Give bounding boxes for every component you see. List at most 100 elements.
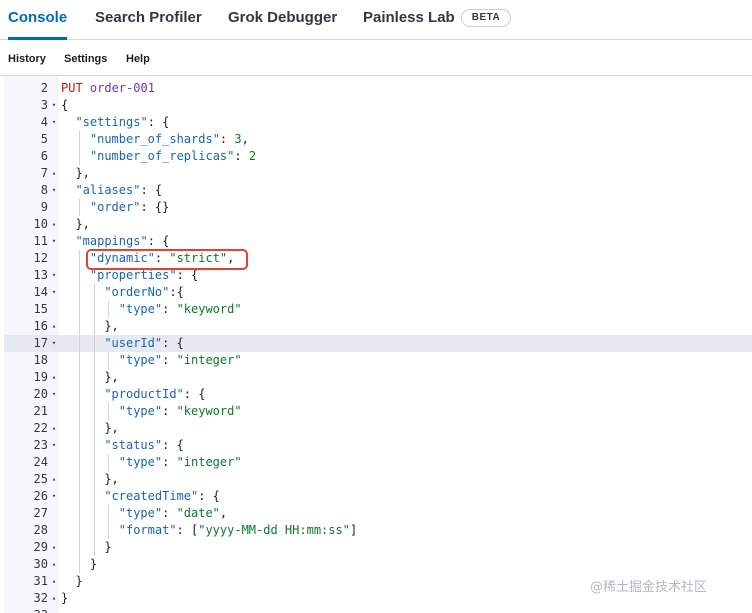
editor-line[interactable]: 6 "number_of_replicas": 2	[4, 148, 752, 165]
editor-line[interactable]: 25 ▴},	[4, 471, 752, 488]
editor-line[interactable]: 16 ▴},	[4, 318, 752, 335]
fold-open-icon[interactable]: ▾	[50, 233, 58, 250]
code-text: "number_of_shards": 3,	[89, 132, 249, 146]
beta-badge: BETA	[460, 9, 512, 27]
editor-line[interactable]: 23 ▾ "status": {	[4, 437, 752, 454]
line-number: 24	[33, 455, 48, 469]
line-number: 12	[33, 251, 48, 265]
tab-console[interactable]: Console	[8, 0, 68, 40]
fold-open-icon[interactable]: ▾	[50, 182, 58, 199]
editor-line[interactable]: 4 ▾ "settings": {	[4, 114, 752, 131]
editor-line[interactable]: 8 ▾ "aliases": {	[4, 182, 752, 199]
editor-line[interactable]: 17 ▾ "userId": {	[4, 335, 752, 352]
code-text: "number_of_replicas": 2	[89, 149, 257, 163]
code-text: "type": "date",	[118, 506, 228, 520]
line-number: 23	[33, 438, 48, 452]
indent-guide	[93, 437, 95, 454]
line-number: 21	[33, 404, 48, 418]
indent-guide	[93, 284, 95, 301]
line-number: 25	[33, 472, 48, 486]
code-text: "order": {}	[89, 200, 170, 214]
fold-open-icon[interactable]: ▾	[50, 97, 58, 114]
editor-line[interactable]: 29 ▴}	[4, 539, 752, 556]
code-text: "aliases": {	[75, 183, 163, 197]
fold-open-icon[interactable]: ▾	[50, 284, 58, 301]
indent-guide	[93, 403, 95, 420]
editor-line[interactable]: 30 ▴}	[4, 556, 752, 573]
indent-guide	[79, 369, 81, 386]
fold-close-icon[interactable]: ▴	[50, 216, 58, 233]
fold-close-icon[interactable]: ▴	[50, 318, 58, 335]
fold-close-icon[interactable]: ▴	[50, 165, 58, 182]
editor-line[interactable]: 11 ▾ "mappings": {	[4, 233, 752, 250]
indent-guide	[93, 301, 95, 318]
fold-close-icon[interactable]: ▴	[50, 420, 58, 437]
fold-open-icon[interactable]: ▾	[50, 335, 58, 352]
fold-close-icon[interactable]: ▴	[50, 573, 58, 590]
indent-guide	[79, 420, 81, 437]
indent-guide	[79, 148, 81, 165]
tab-grok-debugger[interactable]: Grok Debugger	[228, 0, 337, 40]
indent-guide	[108, 301, 110, 318]
editor-line[interactable]: 10 ▴},	[4, 216, 752, 233]
indent-guide	[79, 539, 81, 556]
fold-open-icon[interactable]: ▾	[50, 267, 58, 284]
help-link[interactable]: Help	[126, 53, 150, 65]
top-tabs: Console Search Profiler Grok Debugger Pa…	[0, 0, 752, 40]
editor-line[interactable]: 15 "type": "keyword"	[4, 301, 752, 318]
tab-painless-lab[interactable]: Painless Lab BETA	[363, 0, 512, 40]
indent-guide	[93, 471, 95, 488]
fold-close-icon[interactable]: ▴	[50, 471, 58, 488]
indent-guide	[93, 420, 95, 437]
request-editor[interactable]: 2 PUT order-001 3 ▾{4 ▾ "settings": {5 "number…	[4, 76, 752, 613]
fold-close-icon[interactable]: ▴	[50, 590, 58, 607]
line-number: 22	[33, 421, 48, 435]
code-text: }	[61, 591, 69, 605]
indent-guide	[79, 556, 81, 573]
indent-guide	[108, 352, 110, 369]
fold-open-icon[interactable]: ▾	[50, 437, 58, 454]
indent-guide	[108, 454, 110, 471]
editor-line[interactable]: 14 ▾ "orderNo":{	[4, 284, 752, 301]
editor-line[interactable]: 2 PUT order-001	[4, 80, 752, 97]
editor-line[interactable]: 22 ▴},	[4, 420, 752, 437]
editor-line[interactable]: 28 "format": ["yyyy-MM-dd HH:mm:ss"]	[4, 522, 752, 539]
history-link[interactable]: History	[8, 53, 46, 65]
editor-line[interactable]: 18 "type": "integer"	[4, 352, 752, 369]
line-number: 13	[33, 268, 48, 282]
line-number: 17	[33, 336, 48, 350]
code-text: },	[104, 421, 119, 435]
code-text: "productId": {	[104, 387, 206, 401]
editor-line[interactable]: 7 ▴},	[4, 165, 752, 182]
settings-link[interactable]: Settings	[64, 53, 107, 65]
editor-line[interactable]: 33	[4, 607, 752, 613]
editor-line[interactable]: 20 ▾ "productId": {	[4, 386, 752, 403]
indent-guide	[108, 505, 110, 522]
code-text: "orderNo":{	[104, 285, 184, 299]
line-number: 4	[40, 115, 48, 129]
indent-guide	[93, 522, 95, 539]
indent-guide	[79, 386, 81, 403]
editor-line[interactable]: 21 "type": "keyword"	[4, 403, 752, 420]
fold-open-icon[interactable]: ▾	[50, 386, 58, 403]
editor-line[interactable]: 27 "type": "date",	[4, 505, 752, 522]
editor-line[interactable]: 5 "number_of_shards": 3,	[4, 131, 752, 148]
line-number: 28	[33, 523, 48, 537]
fold-open-icon[interactable]: ▾	[50, 488, 58, 505]
fold-close-icon[interactable]: ▴	[50, 369, 58, 386]
code-text: "type": "keyword"	[118, 404, 242, 418]
code-text: "type": "integer"	[118, 455, 242, 469]
fold-close-icon[interactable]: ▴	[50, 556, 58, 573]
editor-line[interactable]: 9 "order": {}	[4, 199, 752, 216]
editor-line[interactable]: 3 ▾{	[4, 97, 752, 114]
fold-close-icon[interactable]: ▴	[50, 539, 58, 556]
code-text: "mappings": {	[75, 234, 170, 248]
editor-line[interactable]: 19 ▴},	[4, 369, 752, 386]
fold-open-icon[interactable]: ▾	[50, 114, 58, 131]
console-subnav: History Settings Help	[0, 40, 752, 76]
indent-guide	[79, 318, 81, 335]
editor-line[interactable]: 24 "type": "integer"	[4, 454, 752, 471]
tab-search-profiler[interactable]: Search Profiler	[95, 0, 202, 40]
editor-line[interactable]: 26 ▾ "createdTime": {	[4, 488, 752, 505]
indent-guide	[79, 199, 81, 216]
